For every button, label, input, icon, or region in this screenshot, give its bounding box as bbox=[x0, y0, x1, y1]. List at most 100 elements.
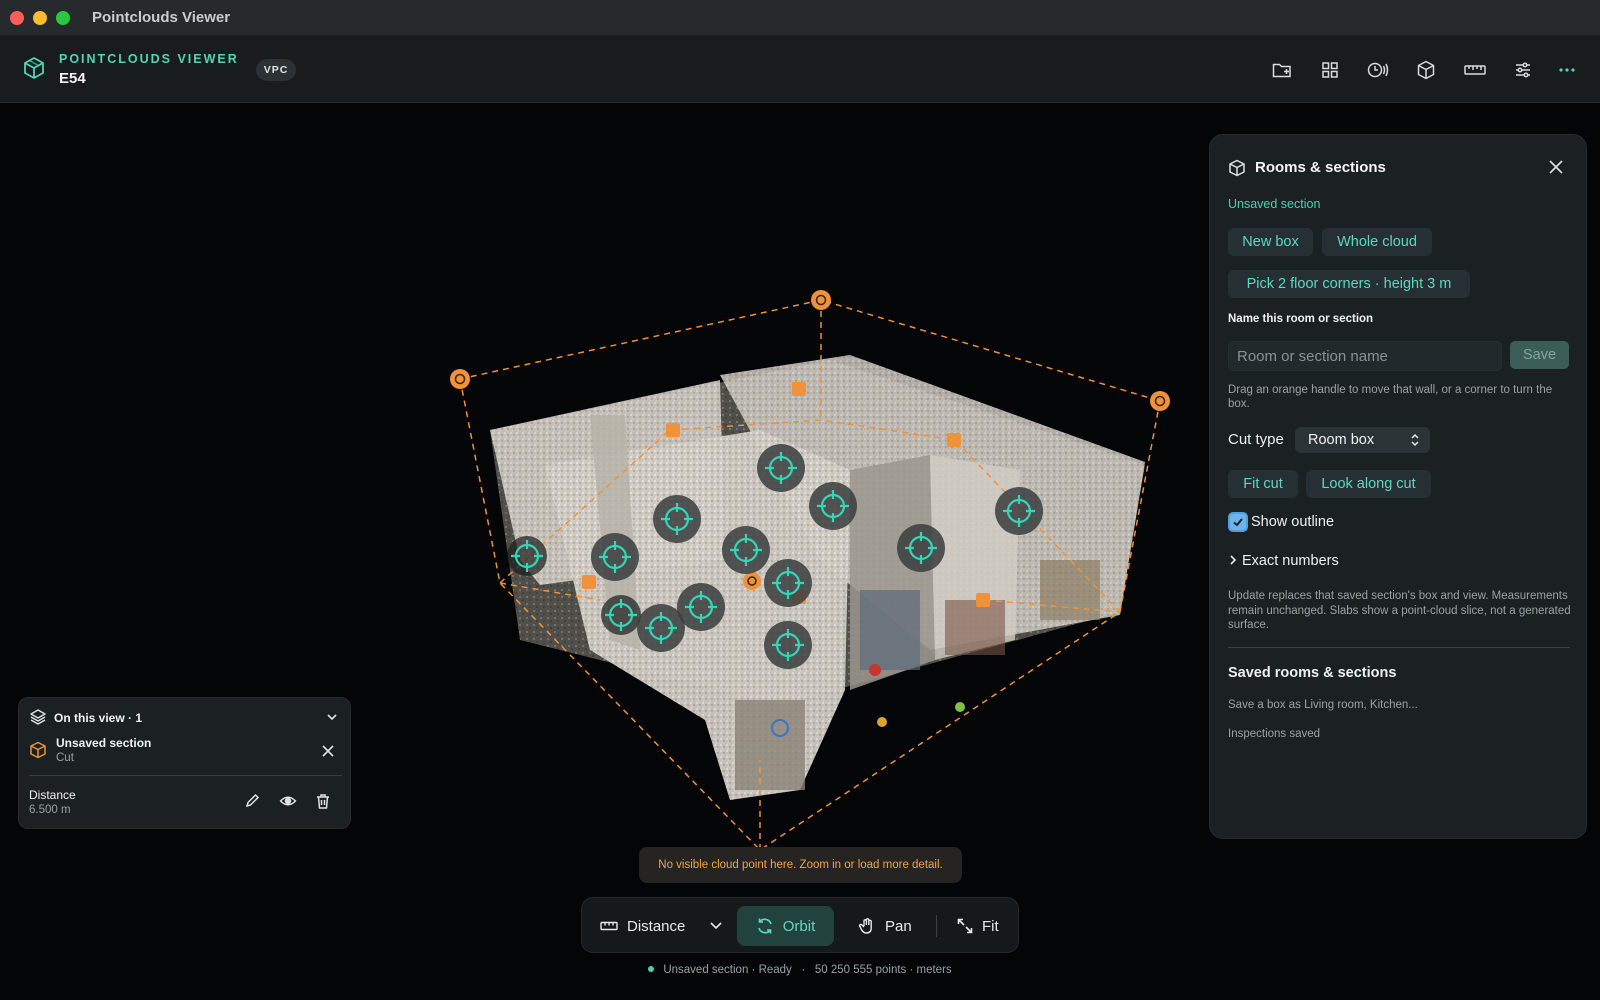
scan-icon[interactable] bbox=[1366, 58, 1390, 82]
trash-icon[interactable] bbox=[314, 792, 332, 810]
corner-handle[interactable] bbox=[743, 572, 761, 590]
sliders-icon[interactable] bbox=[1511, 58, 1535, 82]
section-item-name[interactable]: Unsaved section bbox=[56, 736, 151, 750]
section-status: Unsaved section bbox=[1228, 197, 1321, 211]
cut-type-value: Room box bbox=[1308, 432, 1375, 448]
scan-marker[interactable] bbox=[637, 604, 685, 652]
scan-marker[interactable] bbox=[757, 444, 805, 492]
pick-corners-button[interactable]: Pick 2 floor corners · height 3 m bbox=[1228, 270, 1470, 298]
name-field-label: Name this room or section bbox=[1228, 313, 1374, 325]
update-note: Update replaces that saved section's box… bbox=[1228, 590, 1571, 631]
drag-hint: Drag an orange handle to move that wall,… bbox=[1228, 384, 1553, 410]
cloud-furniture bbox=[735, 700, 805, 790]
show-outline-checkbox[interactable] bbox=[1228, 512, 1248, 532]
close-window-button[interactable] bbox=[10, 10, 24, 25]
scan-marker[interactable] bbox=[591, 533, 639, 581]
saved-sections-hint: Save a box as Living room, Kitchen... bbox=[1228, 699, 1418, 711]
scan-marker[interactable] bbox=[897, 524, 945, 572]
project-name: E54 bbox=[59, 70, 86, 87]
window-controls bbox=[10, 10, 70, 25]
exact-numbers-label: Exact numbers bbox=[1242, 553, 1339, 569]
divider bbox=[29, 775, 342, 776]
wall-handle[interactable] bbox=[947, 433, 961, 447]
dock-separator bbox=[936, 915, 937, 937]
save-button[interactable]: Save bbox=[1510, 341, 1569, 369]
view-panel-title: On this view · 1 bbox=[54, 711, 143, 725]
select-arrows-icon bbox=[1411, 433, 1419, 447]
cut-type-label: Cut type bbox=[1228, 431, 1284, 448]
wall-handle[interactable] bbox=[582, 575, 596, 589]
cube-logo-icon bbox=[24, 57, 44, 79]
folder-plus-icon[interactable] bbox=[1270, 58, 1294, 82]
fit-cut-button[interactable]: Fit cut bbox=[1228, 470, 1298, 498]
tool-dropdown-button[interactable] bbox=[709, 906, 732, 946]
divider bbox=[1228, 647, 1570, 648]
warning-toast: No visible cloud point here. Zoom in or … bbox=[639, 847, 962, 883]
fit-label: Fit bbox=[982, 917, 999, 935]
ruler-icon[interactable] bbox=[1463, 58, 1487, 82]
chevron-down-icon bbox=[710, 922, 722, 930]
saved-sections-title: Saved rooms & sections bbox=[1228, 665, 1397, 681]
layers-icon bbox=[30, 709, 46, 725]
edit-icon[interactable] bbox=[243, 792, 261, 810]
cube-icon[interactable] bbox=[1414, 58, 1438, 82]
scan-marker[interactable] bbox=[764, 559, 812, 607]
grid-icon[interactable] bbox=[1318, 58, 1342, 82]
cloud-shelf bbox=[860, 590, 920, 670]
scan-marker[interactable] bbox=[653, 495, 701, 543]
measure-item-name[interactable]: Distance bbox=[29, 788, 76, 802]
wall-handle[interactable] bbox=[976, 593, 990, 607]
wall-handle[interactable] bbox=[792, 382, 806, 396]
inspections-saved: Inspections saved bbox=[1228, 728, 1321, 740]
window-titlebar: Pointclouds Viewer bbox=[0, 0, 1600, 36]
scan-marker[interactable] bbox=[764, 621, 812, 669]
cloud-cabinet bbox=[1040, 560, 1100, 620]
status-separator: · bbox=[801, 964, 806, 976]
chevron-right-icon bbox=[1230, 555, 1237, 565]
expand-icon bbox=[957, 918, 973, 934]
scan-marker[interactable] bbox=[601, 595, 641, 635]
zoom-window-button[interactable] bbox=[56, 10, 70, 25]
wall-handle[interactable] bbox=[666, 423, 680, 437]
cloud-shelf bbox=[945, 600, 1005, 655]
app-header: POINTCLOUDS VIEWER E54 VPC bbox=[0, 36, 1600, 103]
minimize-window-button[interactable] bbox=[33, 10, 47, 25]
cloud-yellow-object bbox=[877, 717, 887, 727]
scan-marker[interactable] bbox=[507, 536, 547, 576]
cube-icon bbox=[1229, 159, 1245, 177]
section-item-kind: Cut bbox=[56, 752, 74, 764]
window-title: Pointclouds Viewer bbox=[92, 9, 231, 26]
orbit-button[interactable]: Orbit bbox=[737, 906, 834, 946]
scan-marker[interactable] bbox=[809, 482, 857, 530]
exact-numbers-toggle[interactable]: Exact numbers bbox=[1228, 553, 1339, 569]
look-along-cut-button[interactable]: Look along cut bbox=[1306, 470, 1431, 498]
show-outline-label[interactable]: Show outline bbox=[1251, 514, 1334, 530]
cut-type-select[interactable]: Room box bbox=[1295, 427, 1430, 453]
status-state: Unsaved section · Ready bbox=[663, 964, 792, 976]
chevron-down-icon[interactable] bbox=[325, 710, 339, 724]
orbit-icon bbox=[757, 918, 772, 934]
section-name-input[interactable] bbox=[1228, 341, 1502, 371]
pan-button[interactable]: Pan bbox=[858, 906, 912, 946]
scan-marker[interactable] bbox=[995, 487, 1043, 535]
corner-handle[interactable] bbox=[450, 369, 470, 389]
panel-title: Rooms & sections bbox=[1255, 159, 1386, 176]
hand-icon bbox=[858, 918, 872, 934]
fit-button[interactable]: Fit bbox=[957, 906, 999, 946]
distance-tool-button[interactable]: Distance bbox=[600, 906, 685, 946]
rooms-sections-panel: Rooms & sections Unsaved section New box… bbox=[1209, 134, 1587, 839]
new-box-button[interactable]: New box bbox=[1228, 228, 1313, 256]
ruler-icon bbox=[600, 921, 618, 931]
eye-icon[interactable] bbox=[279, 792, 297, 810]
more-icon[interactable] bbox=[1555, 58, 1579, 82]
check-icon bbox=[1233, 518, 1243, 527]
app-brand: POINTCLOUDS VIEWER bbox=[59, 52, 239, 66]
corner-handle[interactable] bbox=[811, 290, 831, 310]
scan-marker[interactable] bbox=[722, 526, 770, 574]
status-bar: Unsaved section · Ready · 50 250 555 poi… bbox=[0, 964, 1600, 976]
distance-tool-label: Distance bbox=[627, 917, 686, 935]
whole-cloud-button[interactable]: Whole cloud bbox=[1322, 228, 1432, 256]
close-icon[interactable] bbox=[321, 744, 335, 758]
corner-handle[interactable] bbox=[1150, 391, 1170, 411]
close-icon[interactable] bbox=[1546, 157, 1566, 177]
